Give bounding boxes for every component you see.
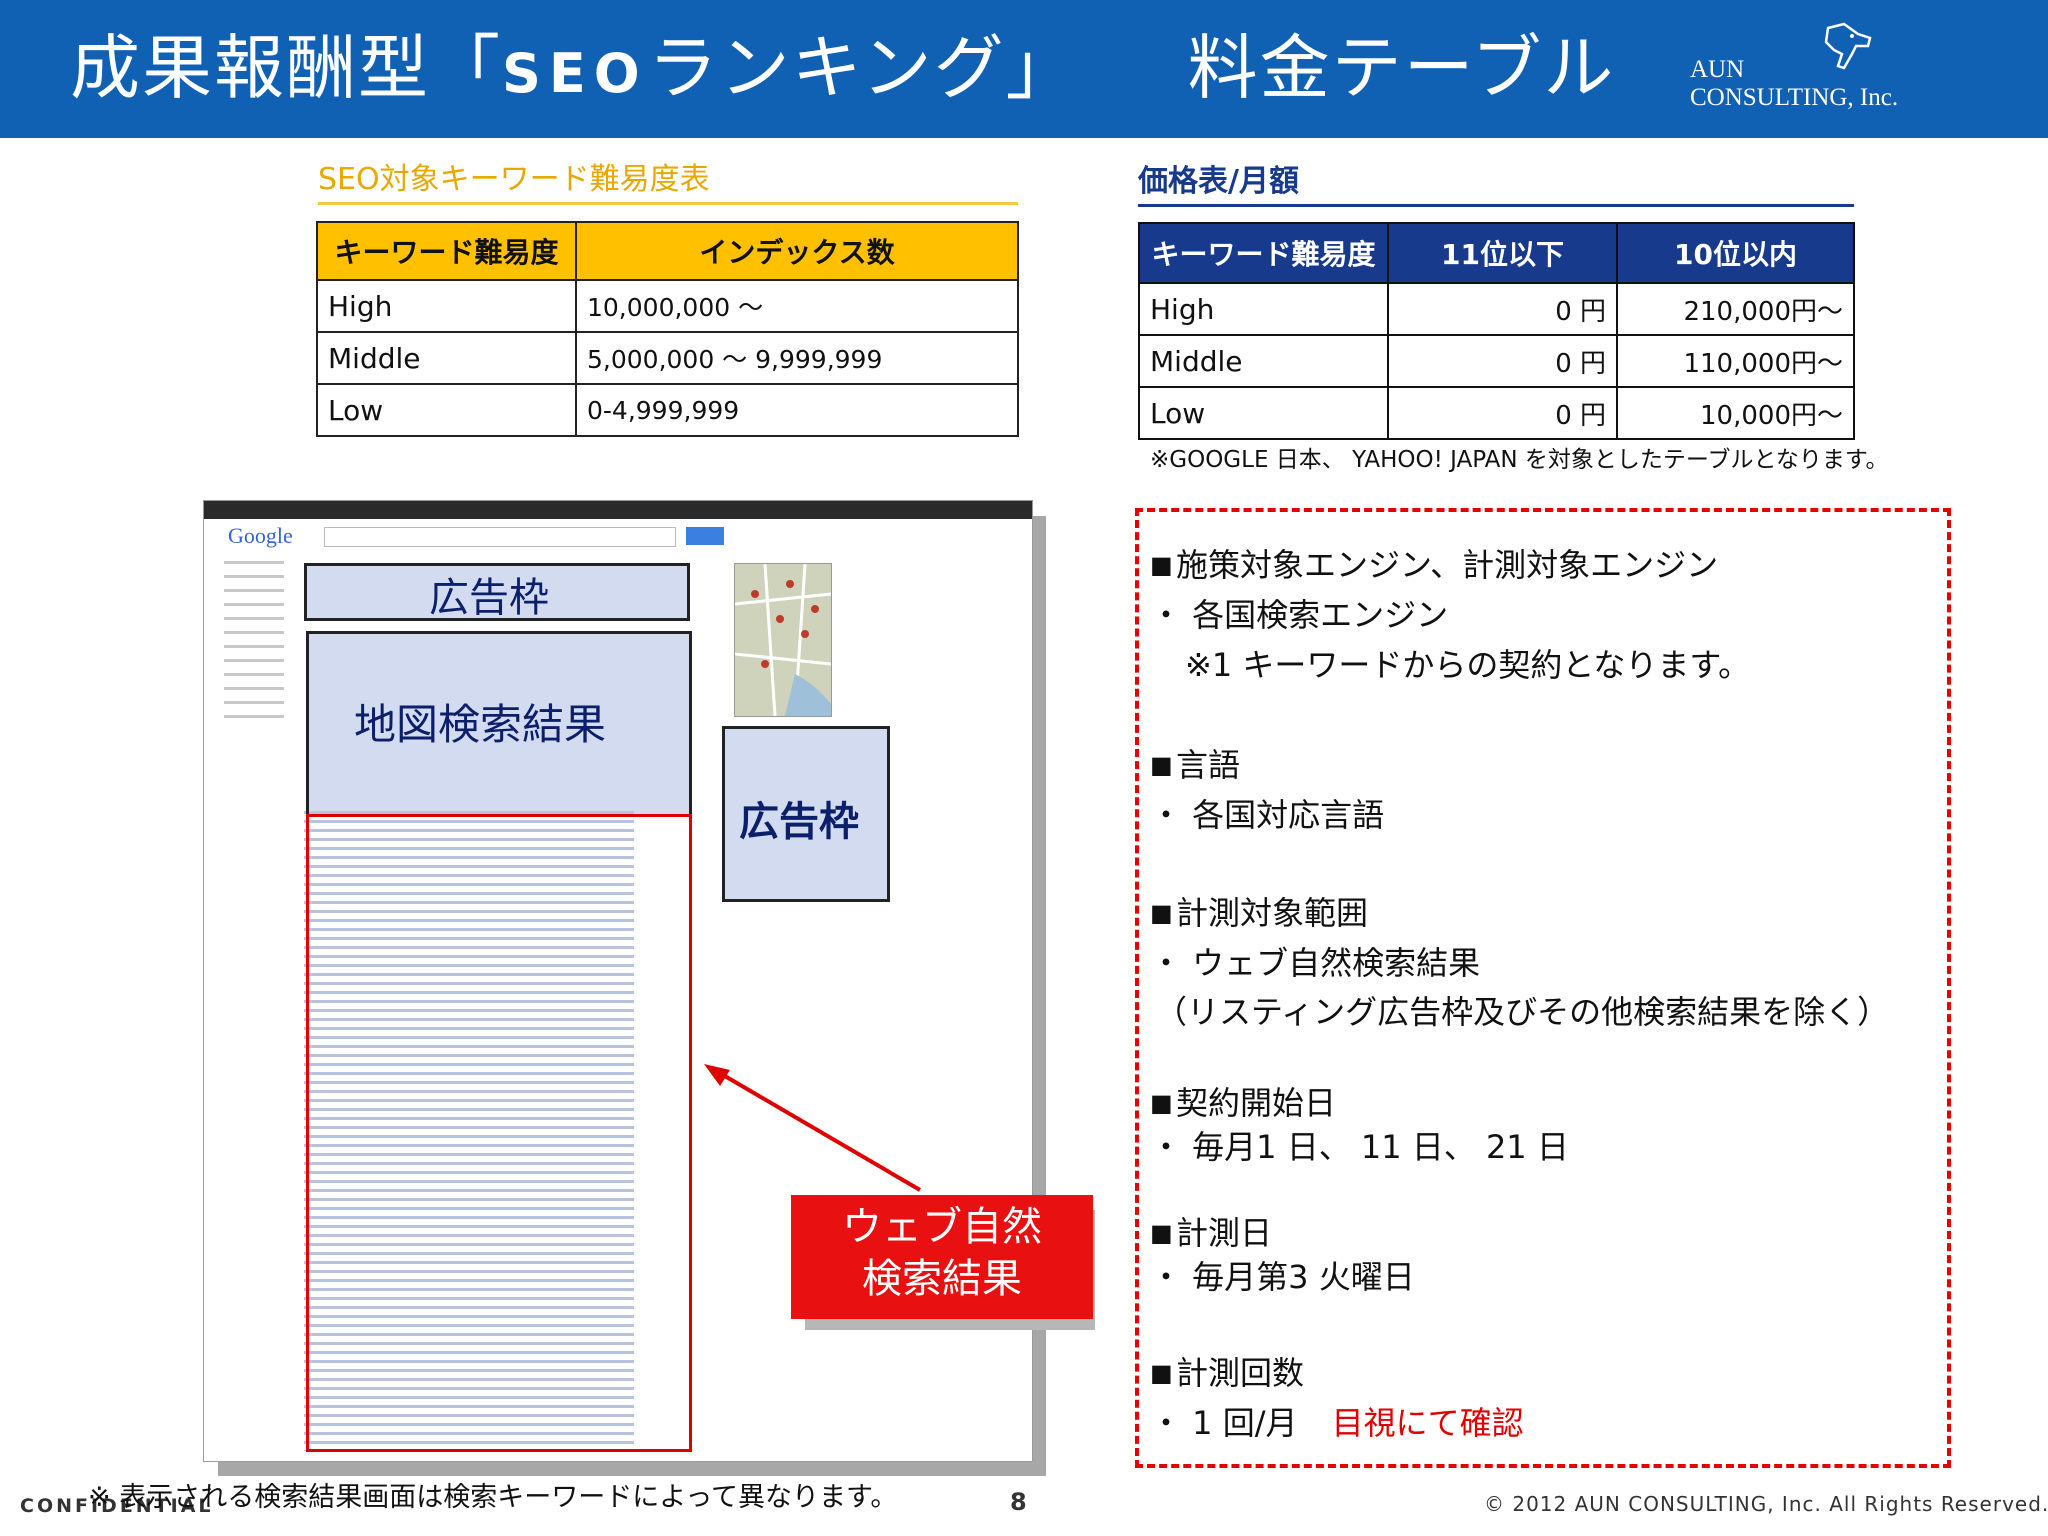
table-row: Low 0 円 10,000円～ (1138, 386, 1855, 440)
scope-item: ・ ウェブ自然検索結果 (1150, 944, 1481, 982)
callout-line-1: ウェブ自然 (842, 1204, 1042, 1250)
measure-method: 目視にて確認 (1331, 1404, 1524, 1442)
keyword-table-heading: SEO対象キーワード難易度表 (318, 158, 1018, 205)
page-title: 成果報酬型「SEOランキング」 料金テーブル (70, 18, 1615, 118)
table-cell: 0-4,999,999 (575, 383, 1019, 437)
table-header-row: キーワード難易度 インデックス数 (316, 221, 1019, 281)
engine-note: ※1 キーワードからの契約となります。 (1185, 646, 1751, 684)
footnote: ※ 表示される検索結果画面は検索キーワードによって異なります。 (88, 1482, 898, 1513)
price-table-note: ※GOOGLE 日本、 YAHOO! JAPAN を対象としたテーブルとなります… (1150, 447, 1889, 473)
column-header: 11位以下 (1387, 222, 1618, 284)
contract-start-item: ・ 毎月1 日、 11 日、 21 日 (1150, 1128, 1569, 1166)
title-prefix: 成果報酬型「 (70, 27, 502, 109)
title-price-table: 料金テーブル (1187, 27, 1616, 109)
logo-line-2: CONSULTING, Inc. (1690, 84, 1899, 111)
table-row: High 10,000,000 ～ (316, 279, 1019, 333)
table-row: Middle 0 円 110,000円～ (1138, 334, 1855, 388)
table-cell: Low (316, 383, 577, 437)
contract-start-title: 契約開始日 (1150, 1078, 1336, 1124)
callout-line-2: 検索結果 (862, 1256, 1022, 1302)
table-cell: High (316, 279, 577, 333)
copyright: © 2012 AUN CONSULTING, Inc. All Rights R… (1484, 1492, 2048, 1516)
scope-note: （リスティング広告枠及びその他検索結果を除く） (1155, 993, 1890, 1031)
web-results-callout: ウェブ自然 検索結果 (791, 1195, 1093, 1319)
table-row: Middle 5,000,000 ～ 9,999,999 (316, 331, 1019, 385)
measure-day-item: ・ 毎月第3 火曜日 (1150, 1258, 1415, 1296)
table-cell: 0 円 (1387, 386, 1618, 440)
screenshot-search-box (324, 527, 676, 547)
dog-logo-icon (1824, 22, 1872, 70)
map-image-icon (734, 563, 832, 717)
column-header: キーワード難易度 (1138, 222, 1389, 284)
title-seo: SEO (502, 42, 648, 105)
map-thumbnail (734, 563, 832, 717)
table-cell: Middle (316, 331, 577, 385)
table-cell: 0 円 (1387, 282, 1618, 336)
table-cell: 110,000円～ (1616, 334, 1855, 388)
language-title: 言語 (1150, 740, 1240, 786)
measure-count-item: ・ 1 回/月 目視にて確認 (1150, 1398, 1524, 1444)
page-number: 8 (1010, 1488, 1027, 1516)
table-cell: 0 円 (1387, 334, 1618, 388)
google-logo: Google (228, 523, 293, 548)
title-ranking: ランキング」 (647, 27, 1078, 109)
measure-count-title: 計測回数 (1150, 1348, 1304, 1394)
organic-results-highlight (306, 814, 692, 1452)
column-header: インデックス数 (575, 221, 1019, 281)
table-header-row: キーワード難易度 11位以下 10位以内 (1138, 222, 1855, 284)
language-item: ・ 各国対応言語 (1150, 796, 1385, 834)
arrow-icon (704, 1064, 922, 1192)
measure-day-title: 計測日 (1150, 1208, 1272, 1254)
table-cell: High (1138, 282, 1389, 336)
screenshot-left-nav (224, 561, 284, 721)
table-row: Low 0-4,999,999 (316, 383, 1019, 437)
ad-slot-top-label: 広告枠 (429, 575, 549, 621)
ad-slot-right-label: 広告枠 (739, 799, 859, 845)
measure-count-value: ・ 1 回/月 (1150, 1404, 1298, 1442)
scope-title: 計測対象範囲 (1150, 888, 1368, 934)
screenshot-search-button (686, 527, 724, 545)
table-cell: 5,000,000 ～ 9,999,999 (575, 331, 1019, 385)
keyword-difficulty-table: キーワード難易度 インデックス数 High 10,000,000 ～ Middl… (316, 221, 1019, 437)
table-cell: Low (1138, 386, 1389, 440)
engine-title: 施策対象エンジン、計測対象エンジン (1150, 540, 1718, 586)
column-header: 10位以内 (1616, 222, 1855, 284)
map-results-label: 地図検索結果 (354, 700, 607, 749)
table-cell: 210,000円～ (1616, 282, 1855, 336)
price-table: キーワード難易度 11位以下 10位以内 High 0 円 210,000円～ … (1138, 222, 1855, 440)
column-header: キーワード難易度 (316, 221, 577, 281)
table-cell: 10,000円～ (1616, 386, 1855, 440)
engine-item: ・ 各国検索エンジン (1150, 596, 1449, 634)
table-cell: 10,000,000 ～ (575, 279, 1019, 333)
table-row: High 0 円 210,000円～ (1138, 282, 1855, 336)
table-cell: Middle (1138, 334, 1389, 388)
browser-toolbar (204, 501, 1032, 519)
price-table-heading: 価格表/月額 (1138, 160, 1854, 207)
